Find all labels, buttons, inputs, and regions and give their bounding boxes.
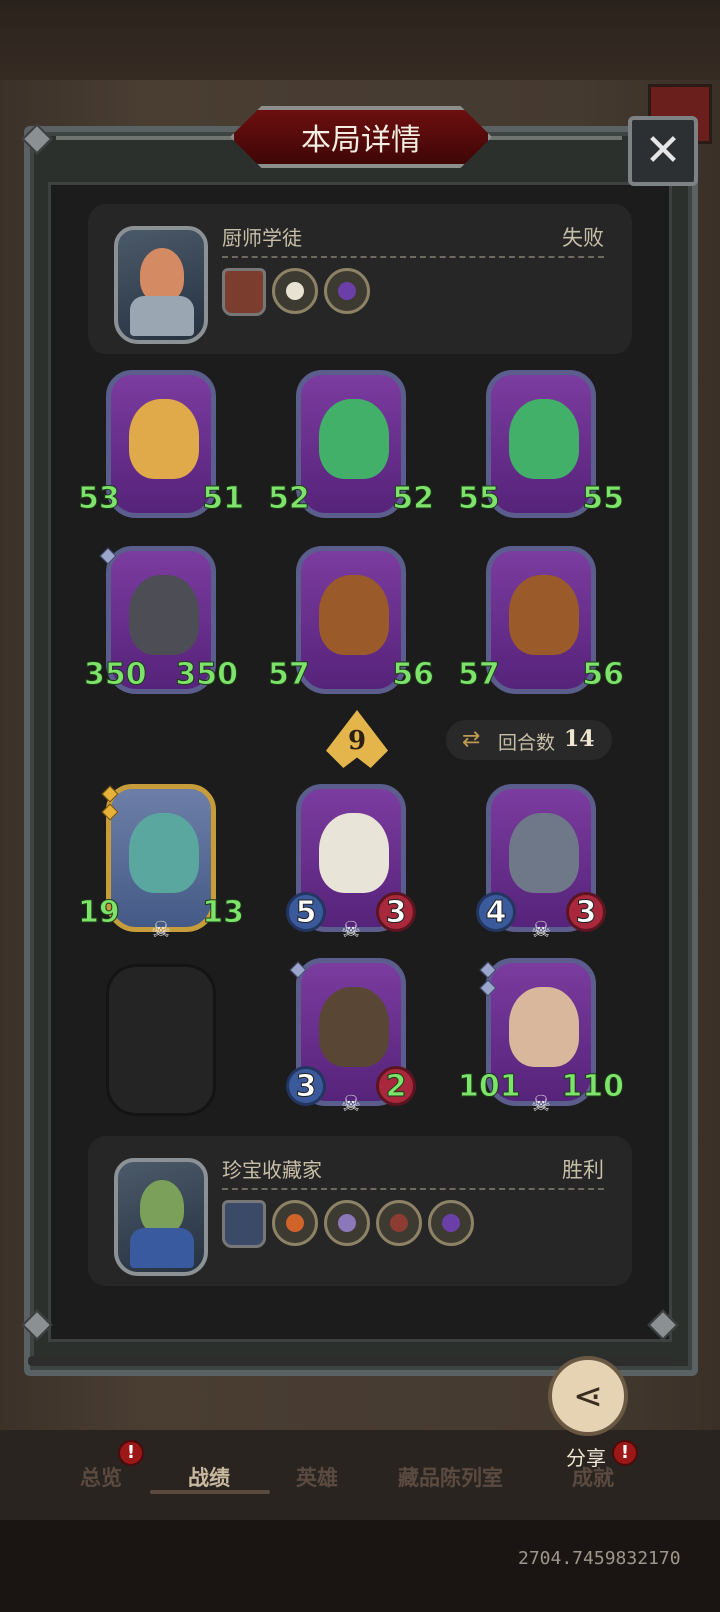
health-value: 55: [582, 480, 625, 516]
nav-overview[interactable]: 总览: [80, 1462, 122, 1492]
player-unit-bomb[interactable]: 4 3 ☠: [476, 784, 606, 944]
notification-badge: !: [118, 1440, 144, 1466]
health-value: 56: [582, 656, 625, 692]
attack-value: 3: [286, 1066, 326, 1106]
round-value: 14: [564, 726, 595, 752]
purple-gem-icon[interactable]: [324, 268, 370, 314]
player-unit-pelican[interactable]: 5 3 ☠: [286, 784, 416, 944]
title-banner: 本局详情: [230, 106, 492, 168]
opponent-player-card: 厨师学徒 失败: [88, 204, 632, 354]
health-value: 51: [202, 480, 245, 516]
nav-collection[interactable]: 藏品陈列室: [398, 1462, 503, 1492]
skull-icon: ☠: [151, 918, 171, 943]
player-unit-scientist[interactable]: 101 110 ☠: [458, 958, 624, 1118]
attack-value: 101: [458, 1068, 522, 1104]
health-value: 350: [175, 656, 239, 692]
empty-unit-slot: [106, 964, 216, 1116]
opponent-unit-deer[interactable]: 57 56: [458, 546, 624, 706]
player-name: 珍宝收藏家: [222, 1158, 322, 1182]
title-line-right: [486, 136, 622, 140]
opponent-items: [222, 268, 370, 316]
hero-portrait-icon[interactable]: [222, 268, 266, 316]
divider: [222, 256, 604, 258]
attack-value: 5: [286, 892, 326, 932]
title-line-left: [56, 136, 236, 140]
player-avatar[interactable]: [114, 1158, 208, 1276]
page-title: 本局详情: [301, 123, 421, 158]
nav-heroes[interactable]: 英雄: [296, 1462, 338, 1492]
cauldron-item-icon[interactable]: [272, 1200, 318, 1246]
health-value: 13: [202, 894, 245, 930]
health-value: 3: [566, 892, 606, 932]
nav-records[interactable]: 战绩: [188, 1462, 230, 1492]
attack-value: 19: [78, 894, 121, 930]
footer-number: 2704.7459832170: [518, 1548, 681, 1569]
swap-arrows-icon: ⇄: [462, 727, 481, 752]
hero-portrait-icon[interactable]: [222, 1200, 266, 1248]
tier-value: 9: [347, 726, 367, 756]
attack-value: 57: [458, 656, 501, 692]
dice-item-icon[interactable]: [272, 268, 318, 314]
close-icon: ✕: [644, 125, 682, 176]
attack-value: 55: [458, 480, 501, 516]
opponent-unit-apple-frog[interactable]: 55 55: [458, 370, 624, 530]
attack-value: 4: [476, 892, 516, 932]
opponent-result: 失败: [562, 226, 604, 250]
round-counter: ⇄ 回合数 14: [446, 720, 612, 760]
share-icon: ⋖: [572, 1375, 604, 1417]
health-value: 3: [376, 892, 416, 932]
purple-gem-icon[interactable]: [428, 1200, 474, 1246]
player-unit-hooded-goblin[interactable]: 3 2 ☠: [286, 958, 416, 1118]
close-button[interactable]: ✕: [628, 116, 698, 186]
opponent-unit-apple-frog[interactable]: 52 52: [268, 370, 434, 530]
notification-badge: !: [612, 1440, 638, 1466]
opponent-unit-hamster[interactable]: 53 51: [78, 370, 244, 530]
attack-value: 57: [268, 656, 311, 692]
attack-value: 52: [268, 480, 311, 516]
opponent-unit-deer[interactable]: 57 56: [268, 546, 434, 706]
share-button[interactable]: ⋖: [548, 1356, 628, 1436]
health-value: 110: [561, 1068, 625, 1104]
player-items: [222, 1200, 474, 1248]
skull-icon: ☠: [531, 1092, 551, 1117]
player-result: 胜利: [562, 1158, 604, 1182]
opponent-name: 厨师学徒: [222, 226, 302, 250]
drill-item-icon[interactable]: [324, 1200, 370, 1246]
round-label: 回合数: [498, 732, 556, 754]
player-card: 珍宝收藏家 胜利: [88, 1136, 632, 1286]
health-value: 52: [392, 480, 435, 516]
opponent-avatar[interactable]: [114, 226, 208, 344]
nav-active-indicator: [150, 1490, 270, 1494]
skull-icon: ☠: [341, 1092, 361, 1117]
skull-icon: ☠: [341, 918, 361, 943]
meat-item-icon[interactable]: [376, 1200, 422, 1246]
divider: [222, 1188, 604, 1190]
health-value: 56: [392, 656, 435, 692]
share-label: 分享: [566, 1446, 606, 1470]
player-unit-fairy-dragon[interactable]: 19 13 ☠: [78, 784, 244, 944]
attack-value: 53: [78, 480, 121, 516]
health-value: 2: [376, 1066, 416, 1106]
opponent-unit-pirate-cat[interactable]: 350 350: [84, 546, 238, 706]
attack-value: 350: [84, 656, 148, 692]
skull-icon: ☠: [531, 918, 551, 943]
